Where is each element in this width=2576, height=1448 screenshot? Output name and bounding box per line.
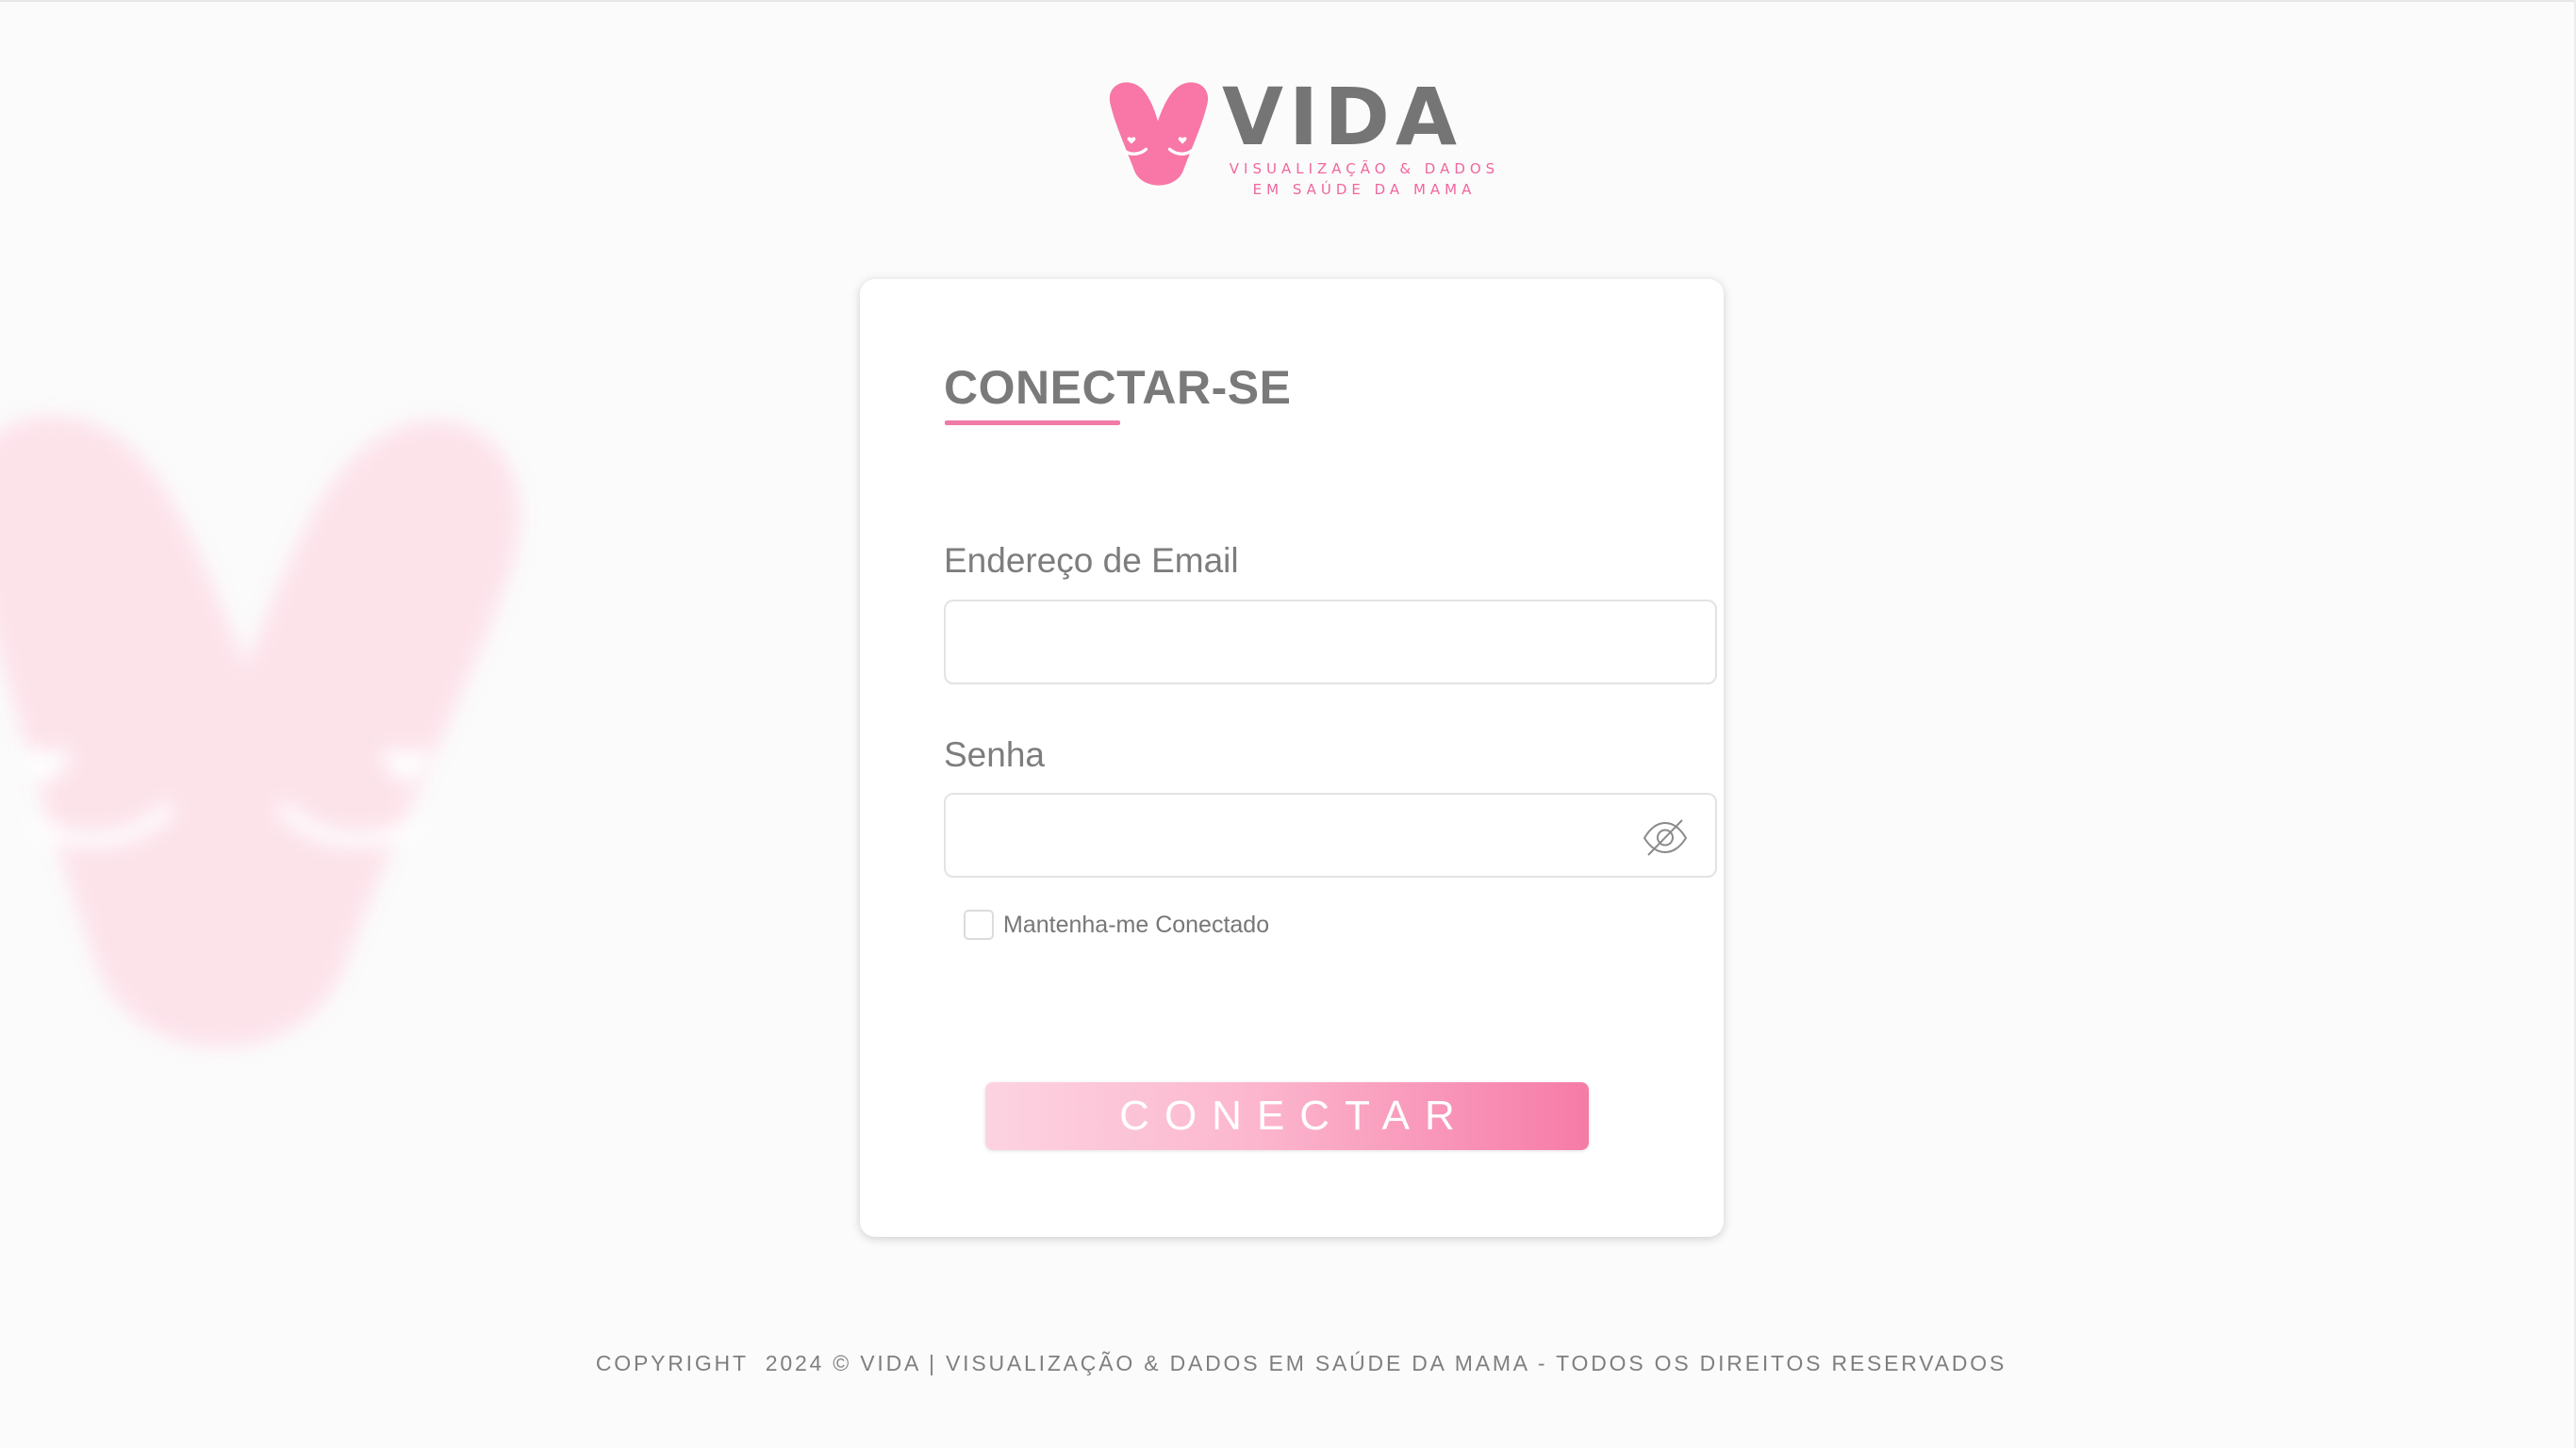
top-divider xyxy=(0,0,2576,2)
brand-tagline-line1: VISUALIZAÇÃO & DADOS xyxy=(1229,160,1500,177)
title-underline xyxy=(945,420,1120,425)
login-card: CONECTAR-SE Endereço de Email Senha Mant… xyxy=(860,279,1724,1237)
password-input[interactable] xyxy=(946,795,1715,876)
email-label: Endereço de Email xyxy=(944,541,1239,580)
copyright-footer: COPYRIGHT 2024 © VIDA | VISUALIZAÇÃO & D… xyxy=(595,1351,2007,1375)
email-input[interactable] xyxy=(946,601,1715,683)
brand-name: VIDA xyxy=(1222,71,1462,163)
heart-breast-logo-icon xyxy=(1109,82,1209,186)
remember-me-checkbox[interactable] xyxy=(964,910,994,940)
login-title: CONECTAR-SE xyxy=(944,361,1292,414)
connect-button[interactable]: CONECTAR xyxy=(985,1082,1589,1150)
password-label: Senha xyxy=(944,735,1045,774)
eye-slash-icon[interactable] xyxy=(1642,815,1689,859)
brand-tagline-line2: EM SAÚDE DA MAMA xyxy=(1252,181,1477,198)
brand-logo: VIDA VISUALIZAÇÃO & DADOS EM SAÚDE DA MA… xyxy=(1103,71,1494,200)
background-logo-icon xyxy=(0,416,520,1047)
password-field-wrapper xyxy=(944,793,1717,878)
remember-me: Mantenha-me Conectado xyxy=(964,906,1269,944)
remember-me-label: Mantenha-me Conectado xyxy=(1003,911,1270,938)
email-field-wrapper xyxy=(944,600,1717,684)
login-page: VIDA VISUALIZAÇÃO & DADOS EM SAÚDE DA MA… xyxy=(0,0,2576,1448)
